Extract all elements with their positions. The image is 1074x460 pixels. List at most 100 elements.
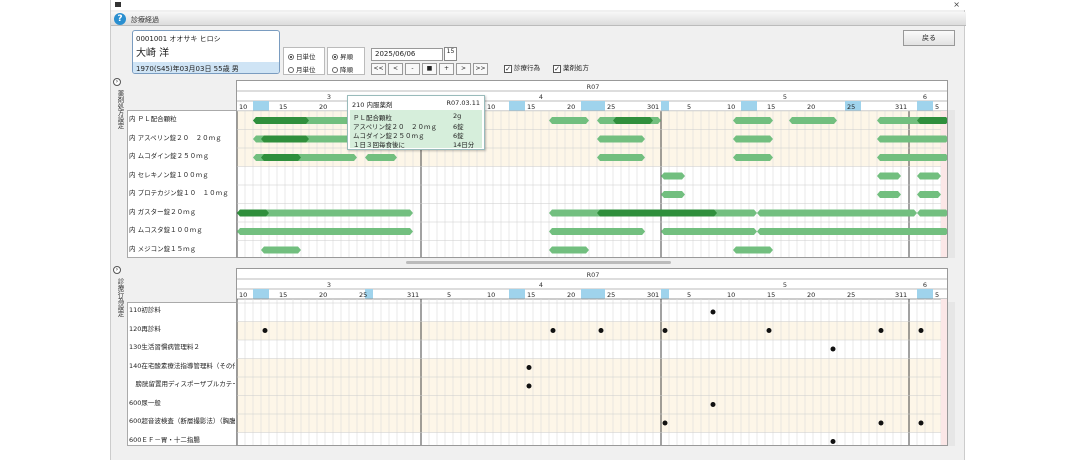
day-label: 10 bbox=[727, 103, 735, 111]
prescription-bar bbox=[661, 228, 757, 235]
date-highlight bbox=[925, 289, 933, 299]
date-highlight bbox=[517, 101, 525, 111]
procedure-row-label[interactable]: 140在宅酸素療法指導管理料（その他） bbox=[129, 360, 235, 370]
date-highlight bbox=[925, 101, 933, 111]
nav-button[interactable]: << bbox=[371, 63, 386, 75]
date-highlight bbox=[517, 289, 525, 299]
drug-row-label[interactable]: 内 セレキノン錠１００ｍｇ bbox=[129, 169, 235, 179]
radio-day[interactable]: 日単位 bbox=[288, 51, 316, 61]
prescription-bar bbox=[733, 246, 773, 254]
prescription-bar bbox=[597, 228, 645, 235]
tooltip-header: 210 内服薬剤 R07.03.11 bbox=[352, 99, 480, 109]
drug-row-label[interactable]: 内 ガスター錠２０ｍｇ bbox=[129, 206, 235, 216]
day-label: 15 bbox=[279, 291, 287, 299]
tooltip-title: 210 内服薬剤 bbox=[352, 101, 393, 109]
procedure-dot bbox=[662, 420, 668, 426]
procedure-row-label[interactable]: 600尿一般 bbox=[129, 397, 235, 407]
prescription-bar bbox=[917, 209, 947, 217]
check-procedures-label: 診療行為 bbox=[514, 64, 540, 72]
expand-prescription-icon[interactable]: › bbox=[113, 78, 121, 86]
date-highlight bbox=[917, 289, 925, 299]
prescription-bar bbox=[365, 154, 397, 161]
procedure-row-label[interactable]: 110初診料 bbox=[129, 304, 235, 314]
help-icon[interactable]: ? bbox=[114, 13, 126, 25]
procedure-row-label[interactable]: 600ＥＦ－胃・十二指腸 bbox=[129, 434, 235, 444]
date-highlight bbox=[917, 101, 925, 111]
nav-button[interactable]: >> bbox=[473, 63, 488, 75]
day-label: 10 bbox=[239, 103, 247, 111]
row-highlight bbox=[237, 321, 947, 340]
procedure-row-label[interactable]: 120再診料 bbox=[129, 323, 235, 333]
radio-asc[interactable]: 降順 bbox=[332, 64, 353, 74]
prescription-bar bbox=[757, 228, 947, 235]
year-label: R07 bbox=[587, 83, 600, 91]
nav-button[interactable]: - bbox=[405, 63, 420, 75]
procedure-dot bbox=[710, 309, 716, 315]
check-procedures[interactable]: ✓ 診療行為 bbox=[504, 62, 540, 73]
future-band bbox=[941, 111, 947, 257]
drug-row-label[interactable]: 内 プロテカジン錠１０ １０ｍｇ bbox=[129, 187, 235, 197]
panel-splitter[interactable] bbox=[406, 261, 671, 264]
date-highlight bbox=[509, 289, 517, 299]
title-bar: × bbox=[111, 0, 966, 10]
procedure-timeline: R07 3 4 5 6 10 15 20 25 31 1 5 10 15 20 25 30 1 5 10 15 20 25 3… bbox=[236, 268, 948, 446]
side-label-procedure: 診療行為設定 bbox=[116, 278, 124, 317]
prescription-bar bbox=[877, 191, 901, 198]
prescription-bar bbox=[597, 135, 645, 143]
prescription-bar bbox=[253, 117, 309, 124]
close-icon[interactable]: × bbox=[953, 0, 960, 9]
check-prescriptions-label: 薬剤処方 bbox=[563, 64, 589, 72]
radio-prev-label: 昇順 bbox=[340, 53, 353, 61]
day-label: 1 bbox=[903, 103, 907, 111]
radio-month[interactable]: 月単位 bbox=[288, 64, 316, 74]
drug-row-label[interactable]: 内 アスペリン錠２０ ２０ｍｇ bbox=[129, 132, 235, 142]
prescription-tooltip: 210 内服薬剤 R07.03.11 ＰＬ配合顆粒 2g アスペリン錠２０ ２０ｍｇ… bbox=[347, 95, 485, 150]
drug-scrollbar[interactable] bbox=[948, 110, 955, 258]
day-label: 25 bbox=[607, 291, 615, 299]
procedure-dot bbox=[598, 328, 604, 333]
calendar-icon[interactable]: 15 bbox=[444, 47, 457, 61]
nav-button[interactable]: ■ bbox=[422, 63, 437, 75]
nav-button[interactable]: > bbox=[456, 63, 471, 75]
patient-card: 0001001 オオサキ ヒロシ 大崎 洋 1970(S45)年03月03日 5… bbox=[132, 30, 280, 74]
expand-procedure-icon[interactable]: › bbox=[113, 266, 121, 274]
prescription-bar bbox=[733, 117, 773, 124]
radio-day-dot bbox=[288, 54, 294, 60]
day-label: 10 bbox=[239, 291, 247, 299]
drug-row-label[interactable]: 内 ＰＬ配合顆粒 bbox=[129, 113, 235, 123]
procedure-row-label[interactable]: 600超音波検査（断層撮影法）（胸腹部） bbox=[129, 415, 235, 425]
row-highlight bbox=[237, 414, 947, 433]
drug-row-label[interactable]: 内 ムコスタ錠１００ｍｇ bbox=[129, 224, 235, 234]
prescription-bar bbox=[789, 117, 837, 124]
procedure-dot bbox=[830, 346, 836, 352]
date-highlight bbox=[589, 289, 597, 299]
date-highlight bbox=[253, 101, 261, 111]
procedure-scrollbar[interactable] bbox=[948, 302, 955, 446]
day-label: 15 bbox=[527, 103, 535, 111]
check-prescriptions[interactable]: ✓ 薬剤処方 bbox=[553, 62, 589, 73]
back-button[interactable]: 戻る bbox=[903, 30, 955, 46]
procedure-row-label[interactable]: 膀胱留置用ディスポーザブルカテーテル（２管一般（１）） bbox=[129, 378, 236, 388]
app-icon bbox=[115, 2, 121, 7]
date-highlight bbox=[741, 101, 749, 111]
drug-row-label[interactable]: 内 ムコダイン錠２５０ｍｇ bbox=[129, 150, 235, 160]
day-label: 15 bbox=[527, 291, 535, 299]
day-label: 5 bbox=[447, 291, 451, 299]
nav-button[interactable]: < bbox=[388, 63, 403, 75]
procedure-dot bbox=[918, 420, 924, 426]
date-highlight bbox=[509, 101, 517, 111]
day-label: 20 bbox=[319, 103, 327, 111]
tooltip-line-qty: 2g bbox=[453, 112, 462, 120]
procedure-row-label[interactable]: 130生活習慣病管理料２ bbox=[129, 341, 235, 351]
day-label: 25 bbox=[847, 103, 855, 111]
nav-button[interactable]: + bbox=[439, 63, 454, 75]
procedure-dot bbox=[526, 365, 532, 370]
radio-prev[interactable]: 昇順 bbox=[332, 51, 353, 61]
drug-row-label[interactable]: 内 メジコン錠１５ｍｇ bbox=[129, 243, 235, 253]
day-label: 5 bbox=[687, 291, 691, 299]
prescription-bar bbox=[597, 154, 645, 161]
date-input[interactable]: 2025/06/06 bbox=[371, 48, 443, 61]
patient-dob: 1970(S45)年03月03日 55歳 男 bbox=[133, 62, 279, 73]
prescription-bar bbox=[877, 154, 947, 161]
radio-asc-label: 降順 bbox=[340, 66, 353, 74]
